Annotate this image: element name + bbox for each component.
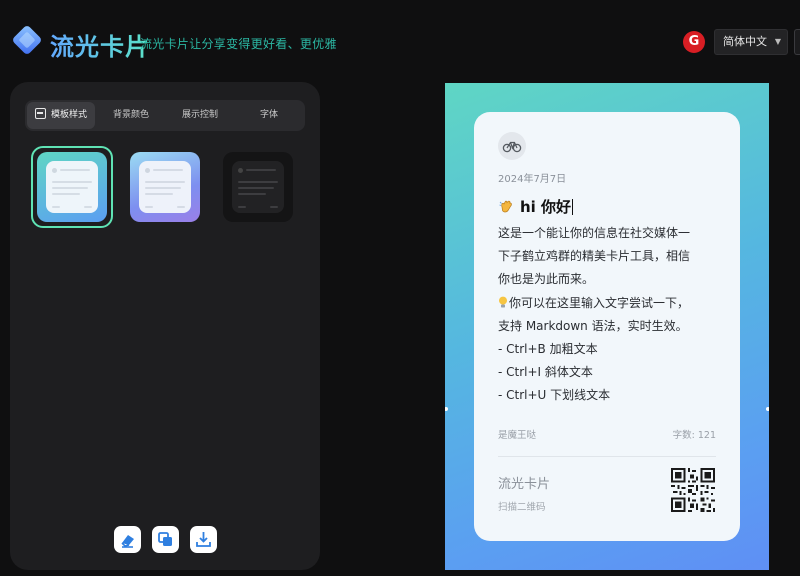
copy-button[interactable] — [152, 526, 179, 553]
tab-template-style[interactable]: 模板样式 — [27, 102, 95, 129]
body-line: - Ctrl+U 下划线文本 — [498, 388, 611, 403]
body-line: 支持 Markdown 语法，实时生效。 — [498, 318, 688, 333]
lightbulb-icon — [499, 296, 507, 308]
footer-subtitle: 扫描二维码 — [498, 502, 546, 513]
tab-background-color[interactable]: 背景颜色 — [97, 102, 165, 129]
body-line: 你可以在这里输入文字尝试一下， — [509, 295, 690, 310]
tab-label: 背景颜色 — [112, 110, 149, 120]
template-card-preview — [232, 161, 284, 213]
caret-down-icon: ▼ — [774, 37, 781, 46]
header: 流光卡片 流光卡片让分享变得更好看、更优雅 G 简体中文 ▼ — [0, 0, 800, 82]
app-title: 流光卡片 — [50, 27, 150, 62]
brand-icon[interactable]: G — [683, 31, 705, 53]
card-preview-area: 2024年7月7日 hi 你好 这是一个能让你的信息在社交媒体一 下子鹤立鸡群的… — [445, 83, 769, 570]
template-icon — [34, 108, 46, 119]
body-line: 下子鹤立鸡群的精美卡片工具，相信 — [498, 249, 691, 264]
control-panel: 模板样式 背景颜色 展示控制 字体 — [10, 82, 320, 570]
card-heading[interactable]: hi 你好 — [498, 196, 574, 217]
template-thumbnail-dark[interactable] — [223, 152, 293, 222]
tab-bar: 模板样式 背景颜色 展示控制 字体 — [25, 100, 305, 131]
card-date: 2024年7月7日 — [498, 174, 567, 185]
card-heading-text: hi 你好 — [520, 198, 572, 216]
preview-card[interactable]: 2024年7月7日 hi 你好 这是一个能让你的信息在社交媒体一 下子鹤立鸡群的… — [474, 112, 740, 541]
avatar[interactable] — [498, 132, 526, 160]
resize-handle-right[interactable] — [766, 407, 769, 411]
text-cursor — [572, 199, 574, 215]
body-line: 这是一个能让你的信息在社交媒体一 — [498, 226, 691, 240]
card-author: 是魔王哒 — [498, 430, 537, 441]
language-select-value: 简体中文 — [723, 35, 767, 48]
footer-title: 流光卡片 — [498, 477, 551, 492]
clear-button[interactable] — [114, 526, 141, 553]
language-select[interactable]: 简体中文 ▼ — [714, 29, 788, 55]
bicycle-icon — [502, 141, 522, 153]
body-line: - Ctrl+I 斜体文本 — [498, 365, 593, 380]
tab-label: 模板样式 — [50, 110, 87, 120]
card-body[interactable]: 这是一个能让你的信息在社交媒体一 下子鹤立鸡群的精美卡片工具，相信 你也是为此而… — [498, 222, 720, 408]
copy-icon — [158, 532, 172, 546]
body-line: - Ctrl+B 加粗文本 — [498, 342, 598, 357]
template-thumbnail-blue[interactable] — [37, 152, 107, 222]
eraser-icon — [121, 535, 134, 548]
tab-font[interactable]: 字体 — [235, 102, 303, 129]
template-thumbnail-purple[interactable] — [130, 152, 200, 222]
word-count: 字数: 121 — [672, 430, 716, 441]
edge-button[interactable] — [794, 29, 800, 55]
action-bar — [114, 526, 224, 554]
template-card-preview — [46, 161, 98, 213]
tab-label: 字体 — [259, 110, 278, 120]
download-button[interactable] — [190, 526, 217, 553]
card-divider — [498, 456, 716, 457]
template-card-preview — [139, 161, 191, 213]
wave-hand-icon — [499, 200, 512, 213]
tab-display-control[interactable]: 展示控制 — [166, 102, 234, 129]
tagline: 流光卡片让分享变得更好看、更优雅 — [140, 37, 337, 51]
app: 流光卡片 流光卡片让分享变得更好看、更优雅 G 简体中文 ▼ 模板样式 背景颜色… — [0, 0, 800, 576]
body-line: 你也是为此而来。 — [498, 272, 595, 287]
tab-label: 展示控制 — [181, 110, 218, 120]
qr-code-icon — [671, 468, 715, 512]
logo-icon — [13, 26, 41, 54]
download-icon — [196, 532, 211, 547]
resize-handle-left[interactable] — [445, 407, 448, 411]
body-line-tip: 你可以在这里输入文字尝试一下， — [498, 292, 720, 315]
